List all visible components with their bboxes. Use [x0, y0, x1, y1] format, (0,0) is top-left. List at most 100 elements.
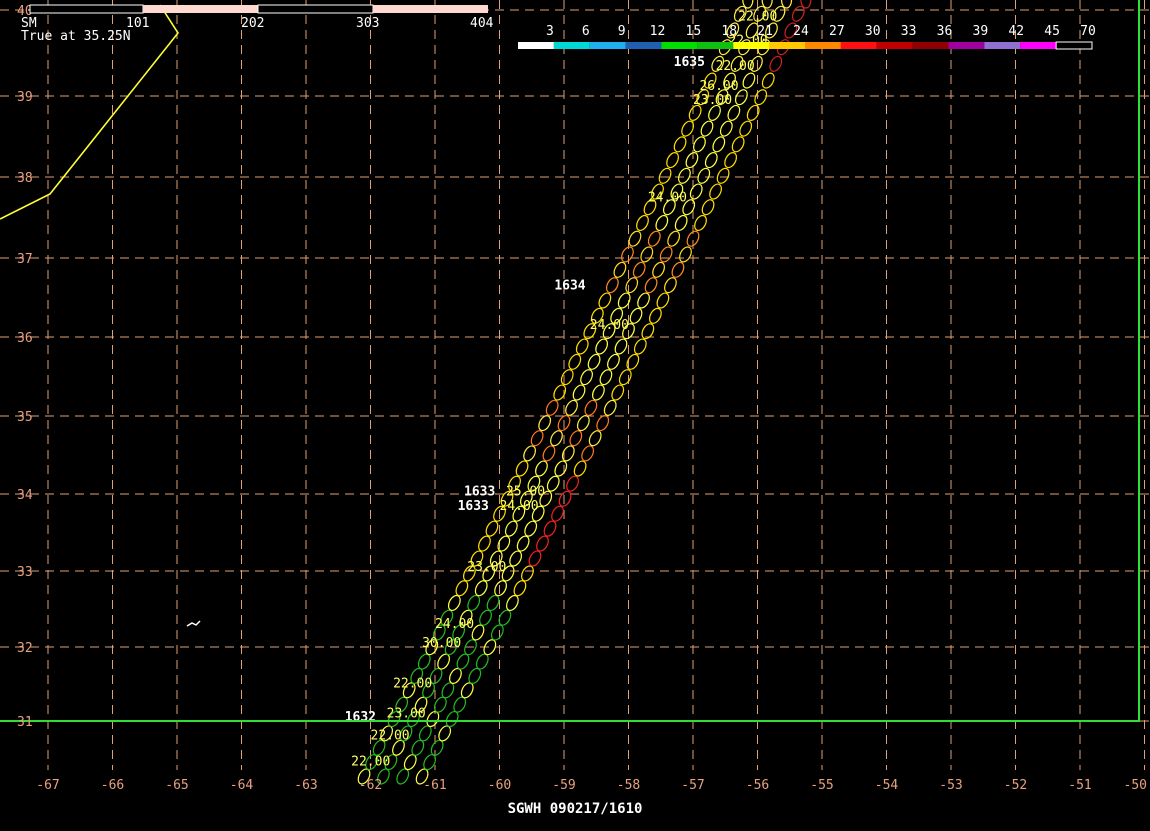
swath-mark — [607, 353, 620, 370]
latitude-label: 35 — [17, 410, 33, 425]
latitude-label: 34 — [17, 488, 33, 503]
swath-mark — [761, 72, 775, 89]
swath-mark — [545, 399, 559, 416]
swath-mark — [754, 89, 768, 106]
longitude-label: -58 — [617, 778, 640, 793]
altimeter-swath — [357, 0, 812, 785]
scale-bar-segment-3 — [257, 4, 374, 14]
swath-mark — [693, 136, 706, 153]
swath-mark — [628, 230, 642, 247]
graticule-grid — [0, 0, 1150, 770]
scale-bar-segment-1 — [29, 4, 144, 14]
swath-mark — [664, 277, 677, 294]
longitude-label: -60 — [488, 778, 511, 793]
track-time-label: 1632 — [345, 710, 376, 725]
swath-mark — [524, 520, 538, 537]
swath-mark — [573, 460, 587, 477]
map-canvas[interactable]: 23.0022.0022.0022.0026.0023.0024.0024.00… — [0, 0, 1150, 831]
swath-mark — [673, 136, 687, 153]
swath-mark — [560, 369, 574, 386]
swath-mark — [498, 609, 512, 626]
legend-label: 9 — [618, 24, 626, 39]
swath-mark — [640, 246, 654, 263]
legend-label: 18 — [721, 24, 737, 39]
swath-mark — [543, 520, 557, 537]
swath-mark — [637, 292, 650, 309]
longitude-label: -55 — [810, 778, 833, 793]
swath-mark — [542, 445, 556, 462]
swath-mark — [656, 292, 670, 309]
track-time-label: 1634 — [554, 279, 585, 294]
swath-mark — [700, 120, 714, 137]
longitude-label: -53 — [939, 778, 962, 793]
longitude-label: -54 — [875, 778, 899, 793]
swath-mark — [667, 230, 681, 247]
legend-swatch — [733, 42, 770, 49]
swath-mark — [580, 369, 593, 386]
swath-mark — [568, 353, 582, 370]
swath-mark — [694, 214, 707, 232]
legend-label: 27 — [829, 24, 845, 39]
legend-label: 12 — [650, 24, 666, 39]
swath-value-label: 30.00 — [422, 636, 461, 651]
swath-mark — [566, 475, 579, 492]
swath-value-label: 23.00 — [745, 0, 784, 4]
swath-mark — [605, 277, 619, 294]
legend-label: 3 — [546, 24, 554, 39]
swath-mark — [625, 277, 639, 294]
swath-mark — [581, 445, 595, 462]
swath-mark — [538, 415, 552, 432]
swath-mark — [598, 292, 612, 309]
swath-mark — [485, 520, 499, 537]
swath-value-label: 23.00 — [467, 560, 506, 575]
swath-mark — [576, 415, 590, 432]
swath-mark — [554, 460, 568, 477]
longitude-label: -56 — [746, 778, 769, 793]
longitude-label: -51 — [1068, 778, 1091, 793]
swath-value-label: 24.00 — [435, 617, 474, 632]
color-legend: 3 6 9 12 15 18 21 24 27 30 33 36 39 42 45 70 — [518, 24, 1096, 50]
swath-value-label: 22.00 — [371, 729, 410, 744]
swath-mark — [731, 136, 745, 153]
legend-swatch — [518, 42, 554, 49]
swath-value-label: 23.00 — [387, 706, 426, 721]
swath-mark — [513, 580, 527, 597]
swath-mark — [596, 415, 610, 432]
swath-mark — [746, 104, 760, 121]
swath-value-label: 22.00 — [351, 754, 390, 769]
swath-mark — [558, 490, 572, 507]
swath-mark — [551, 505, 564, 522]
longitude-label: -64 — [230, 778, 254, 793]
longitude-label: -59 — [552, 778, 575, 793]
track-time-label: 1635 — [674, 55, 705, 70]
scale-bar: SM 101 202 303 404 True at 35.25N — [21, 4, 494, 44]
legend-label: 24 — [793, 24, 809, 39]
swath-mark — [561, 445, 575, 462]
swath-value-label: 22.00 — [393, 677, 432, 692]
legend-swatch — [840, 42, 877, 49]
scale-bar-tick-4: 404 — [470, 16, 494, 31]
legend-label: 42 — [1008, 24, 1024, 39]
swath-mark — [497, 535, 511, 552]
legend-swatch — [625, 42, 662, 49]
legend-swatch — [805, 42, 841, 49]
swath-mark — [626, 353, 640, 370]
longitude-label: -66 — [101, 778, 124, 793]
legend-label: 39 — [973, 24, 989, 39]
swath-mark — [614, 338, 628, 355]
swath-mark — [504, 520, 518, 537]
longitude-label: -61 — [423, 778, 446, 793]
small-marker-icon — [186, 620, 201, 627]
swath-mark — [719, 120, 733, 137]
swath-mark — [613, 261, 627, 278]
legend-swatch — [876, 42, 913, 49]
swath-mark — [685, 152, 699, 169]
track-time-label: 1633 — [458, 499, 489, 514]
longitude-label: -50 — [1124, 778, 1147, 793]
swath-mark — [644, 277, 658, 294]
swath-mark — [550, 430, 563, 447]
swath-mark — [621, 246, 634, 263]
swath-mark — [588, 430, 602, 447]
swath-mark — [521, 565, 534, 582]
swath-mark — [478, 535, 491, 552]
